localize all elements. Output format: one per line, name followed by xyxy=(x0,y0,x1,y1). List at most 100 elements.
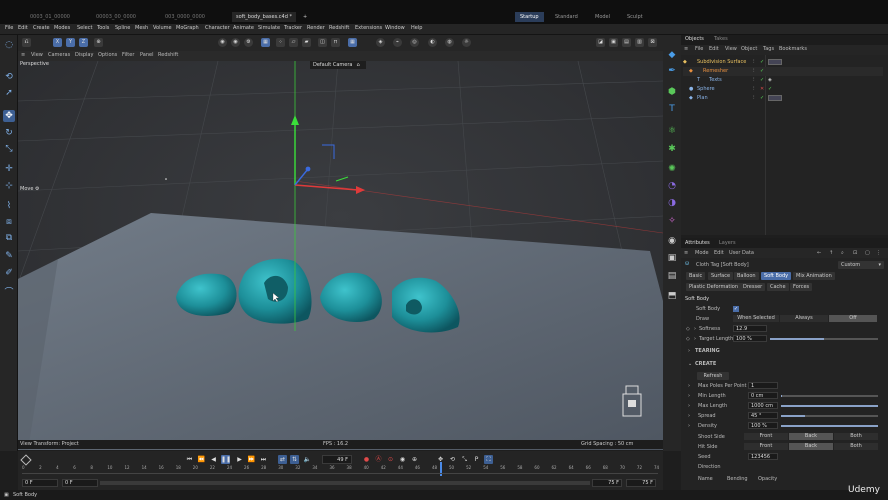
paint-icon[interactable]: ✐ xyxy=(3,267,15,279)
tab-attributes[interactable]: Attributes xyxy=(685,240,710,246)
bounce-icon[interactable]: ⇅ xyxy=(290,455,299,464)
density-slider[interactable] xyxy=(781,425,878,427)
sculpt-icon[interactable]: ⌒ xyxy=(3,287,15,299)
enabled-check-icon[interactable]: ✓ xyxy=(760,59,764,65)
tearing-heading[interactable]: TEARING xyxy=(695,348,720,354)
add-light-icon[interactable]: ☼ xyxy=(462,38,471,47)
go-to-end-icon[interactable]: ⏭ xyxy=(259,455,268,464)
softness-field[interactable]: 12.9 xyxy=(733,325,767,332)
menu-window[interactable]: Window xyxy=(385,25,405,31)
auto-key-icon[interactable]: Ⓐ xyxy=(374,455,383,464)
expand-arrow-icon[interactable]: › xyxy=(688,423,690,429)
visibility-dots-icon[interactable]: ⁝ xyxy=(753,86,755,92)
enabled-check-icon[interactable]: ✓ xyxy=(760,95,764,101)
shoot-side-both[interactable]: Both xyxy=(834,433,878,440)
max-length-field[interactable]: 1000 cm xyxy=(748,402,778,409)
key-param-icon[interactable]: P xyxy=(472,455,481,464)
add-tab-button[interactable]: + xyxy=(303,12,307,22)
objects-menu-object[interactable]: Object xyxy=(741,46,757,52)
bend-icon[interactable]: ◑ xyxy=(666,197,678,209)
end-frame-field[interactable]: 75 F xyxy=(626,479,656,487)
shoot-side-front[interactable]: Front xyxy=(744,433,788,440)
sound-icon[interactable]: 🔈 xyxy=(303,455,312,464)
menu-tracker[interactable]: Tracker xyxy=(284,25,302,31)
viewport-menu-icon[interactable]: ≡ xyxy=(21,52,25,58)
rotate-view-icon[interactable]: ⟲ xyxy=(3,71,15,83)
add-field-icon[interactable]: ◍ xyxy=(445,38,454,47)
workspace-standard[interactable]: Standard xyxy=(550,12,583,22)
pause-icon[interactable]: ❚❚ xyxy=(221,455,231,464)
key-scale-icon[interactable]: ⤡ xyxy=(460,455,469,464)
3d-viewport[interactable] xyxy=(18,61,663,450)
loop-icon[interactable]: ⇄ xyxy=(278,455,287,464)
expand-arrow-icon[interactable]: › xyxy=(694,336,696,342)
viewport-projection-label[interactable]: Perspective xyxy=(20,61,49,67)
menu-edit[interactable]: Edit xyxy=(18,25,28,31)
viewport-menu-display[interactable]: Display xyxy=(75,52,93,58)
back-arrow-icon[interactable]: ← xyxy=(817,250,821,256)
objects-menu-tags[interactable]: Tags xyxy=(763,46,774,52)
tree-item[interactable]: T Texts ⁝ ✓ ◈ xyxy=(683,76,883,85)
preview-end-field[interactable]: 75 F xyxy=(592,479,622,487)
deformer-icon[interactable]: ◔ xyxy=(666,180,678,192)
scene-icon[interactable]: ▤ xyxy=(666,270,678,282)
keyframe-icon[interactable]: ◇ xyxy=(686,326,690,332)
menu-mograph[interactable]: MoGraph xyxy=(176,25,199,31)
redshift-ipr-icon[interactable]: ⊠ xyxy=(648,38,657,47)
active-file-tab[interactable]: soft_body_bases.c4d * xyxy=(232,12,296,22)
target-length-slider[interactable] xyxy=(770,338,878,340)
visibility-dots-icon[interactable]: ⁝ xyxy=(753,59,755,65)
undo-icon[interactable]: ⎌ xyxy=(22,38,31,47)
add-generator-icon[interactable]: ◎ xyxy=(410,38,419,47)
axis-y-button[interactable]: Y xyxy=(66,38,75,47)
key-selection-icon[interactable]: ⊙ xyxy=(386,455,395,464)
lock-icon[interactable]: ⊡ xyxy=(853,250,857,256)
max-length-slider[interactable] xyxy=(781,405,878,407)
viewport-menu-view[interactable]: View xyxy=(31,52,43,58)
expand-arrow-icon[interactable]: › xyxy=(694,326,696,332)
workplane-icon[interactable]: ▦ xyxy=(348,38,357,47)
polygons-mode-icon[interactable]: ▰ xyxy=(302,38,311,47)
min-length-slider[interactable] xyxy=(781,395,878,397)
extrude-icon[interactable]: ⧈ xyxy=(3,216,15,228)
viewport-menu-cameras[interactable]: Cameras xyxy=(48,52,70,58)
create-collapse-icon[interactable]: ⌄ xyxy=(688,361,692,367)
menu-spline[interactable]: Spline xyxy=(115,25,130,31)
tag-icon[interactable]: ◈ xyxy=(768,77,772,83)
expand-arrow-icon[interactable]: › xyxy=(688,413,690,419)
enabled-check-icon[interactable]: ✓ xyxy=(760,77,764,83)
seed-field[interactable]: 123456 xyxy=(748,453,778,460)
menu-character[interactable]: Character xyxy=(205,25,230,31)
current-frame-field[interactable]: 49 F xyxy=(322,455,352,464)
hit-side-both[interactable]: Both xyxy=(834,443,878,450)
subtab-dresser[interactable]: Dresser xyxy=(740,283,766,291)
fracture-icon[interactable]: ✺ xyxy=(666,163,678,175)
render-view-icon[interactable]: ◉ xyxy=(218,38,227,47)
add-deformer-icon[interactable]: ◐ xyxy=(428,38,437,47)
range-slider[interactable] xyxy=(100,481,590,485)
subtab-surface[interactable]: Surface xyxy=(708,272,734,280)
min-length-field[interactable]: 0 cm xyxy=(748,392,778,399)
subtab-forces[interactable]: Forces xyxy=(790,283,813,291)
material-icon[interactable]: ⬒ xyxy=(666,290,678,302)
text-icon[interactable]: T xyxy=(666,103,678,115)
subtab-basic[interactable]: Basic xyxy=(686,272,706,280)
axis-icon[interactable]: ⊹ xyxy=(3,180,15,192)
layout-icon[interactable]: ◪ xyxy=(596,38,605,47)
bevel-icon[interactable]: ⧉ xyxy=(3,232,15,244)
effector-icon[interactable]: ✱ xyxy=(666,143,678,155)
go-to-start-icon[interactable]: ⏮ xyxy=(185,455,194,464)
next-key-icon[interactable]: ⏩ xyxy=(247,455,256,464)
camera-object-icon[interactable]: ◉ xyxy=(666,235,678,247)
subtab-plastic-deformation[interactable]: Plastic Deformation xyxy=(686,283,741,291)
axis-z-button[interactable]: Z xyxy=(79,38,88,47)
viewport-menu-panel[interactable]: Panel xyxy=(140,52,154,58)
key-pla-icon[interactable]: ⛶ xyxy=(484,455,493,464)
axis-x-button[interactable]: X xyxy=(53,38,62,47)
render-icon[interactable]: ◉ xyxy=(231,38,240,47)
picture-viewer-icon[interactable]: ▣ xyxy=(609,38,618,47)
attributes-menu-user-data[interactable]: User Data xyxy=(729,250,754,256)
tag-icon[interactable] xyxy=(768,95,782,101)
expand-arrow-icon[interactable]: › xyxy=(688,403,690,409)
visibility-dots-icon[interactable]: ⁝ xyxy=(753,77,755,83)
